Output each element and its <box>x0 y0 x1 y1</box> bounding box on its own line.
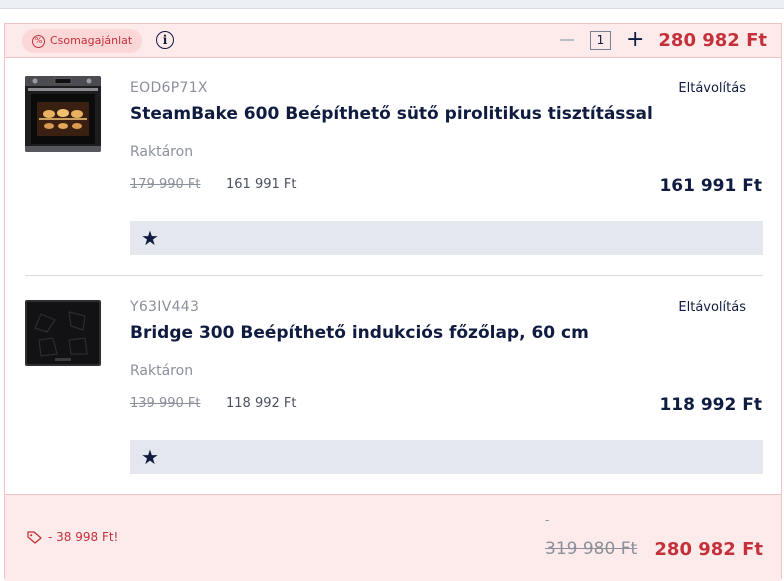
bundle-card: % Csomagajánlat i 1 + 280 982 Ft EOD6P71… <box>4 23 782 581</box>
star-icon: ★ <box>141 226 159 250</box>
quantity-input[interactable]: 1 <box>590 31 611 50</box>
item-title[interactable]: SteamBake 600 Beépíthető sütő pirolitiku… <box>130 104 653 124</box>
item-stock-status: Raktáron <box>130 363 194 379</box>
info-icon[interactable]: i <box>156 31 174 49</box>
item-discount-price: 161 991 Ft <box>226 177 297 192</box>
quantity-decrease-button[interactable] <box>560 39 574 41</box>
remove-item-button[interactable]: Eltávolítás <box>678 300 746 315</box>
percent-icon: % <box>32 34 45 48</box>
previous-section-strip <box>0 0 784 9</box>
quantity-increase-button[interactable]: + <box>626 29 644 51</box>
bundle-total-price: 280 982 Ft <box>658 30 767 51</box>
item-stock-status: Raktáron <box>130 144 194 160</box>
summary-old-total: 319 980 Ft <box>545 539 638 559</box>
bundle-header: % Csomagajánlat i 1 + 280 982 Ft <box>5 24 781 58</box>
item-discount-price: 118 992 Ft <box>226 396 297 411</box>
item-sku: Y63IV443 <box>130 299 200 315</box>
hob-thumbnail[interactable] <box>25 300 101 366</box>
savings-label: - 38 998 Ft! <box>27 530 118 544</box>
summary-dash: - <box>545 513 550 527</box>
summary-total: 280 982 Ft <box>654 539 763 560</box>
bundle-badge: % Csomagajánlat <box>22 29 143 53</box>
item-old-price: 139 990 Ft <box>130 396 201 411</box>
rating-bar: ★ <box>130 221 763 255</box>
item-line-price: 118 992 Ft <box>659 395 762 415</box>
cart-item: EOD6P71X SteamBake 600 Beépíthető sütő p… <box>5 57 781 275</box>
star-icon: ★ <box>141 445 159 469</box>
tag-icon <box>27 530 42 544</box>
item-line-price: 161 991 Ft <box>659 176 762 196</box>
bundle-badge-label: Csomagajánlat <box>50 34 133 47</box>
cart-item: Y63IV443 Bridge 300 Beépíthető indukciós… <box>5 276 781 494</box>
oven-thumbnail[interactable] <box>25 76 101 152</box>
item-sku: EOD6P71X <box>130 80 208 96</box>
item-title[interactable]: Bridge 300 Beépíthető indukciós főzőlap,… <box>130 323 589 343</box>
rating-bar: ★ <box>130 440 763 474</box>
bundle-summary: - 38 998 Ft! - 319 980 Ft 280 982 Ft <box>5 494 781 581</box>
remove-item-button[interactable]: Eltávolítás <box>678 81 746 96</box>
savings-amount: - 38 998 Ft! <box>48 530 119 544</box>
item-old-price: 179 990 Ft <box>130 177 201 192</box>
